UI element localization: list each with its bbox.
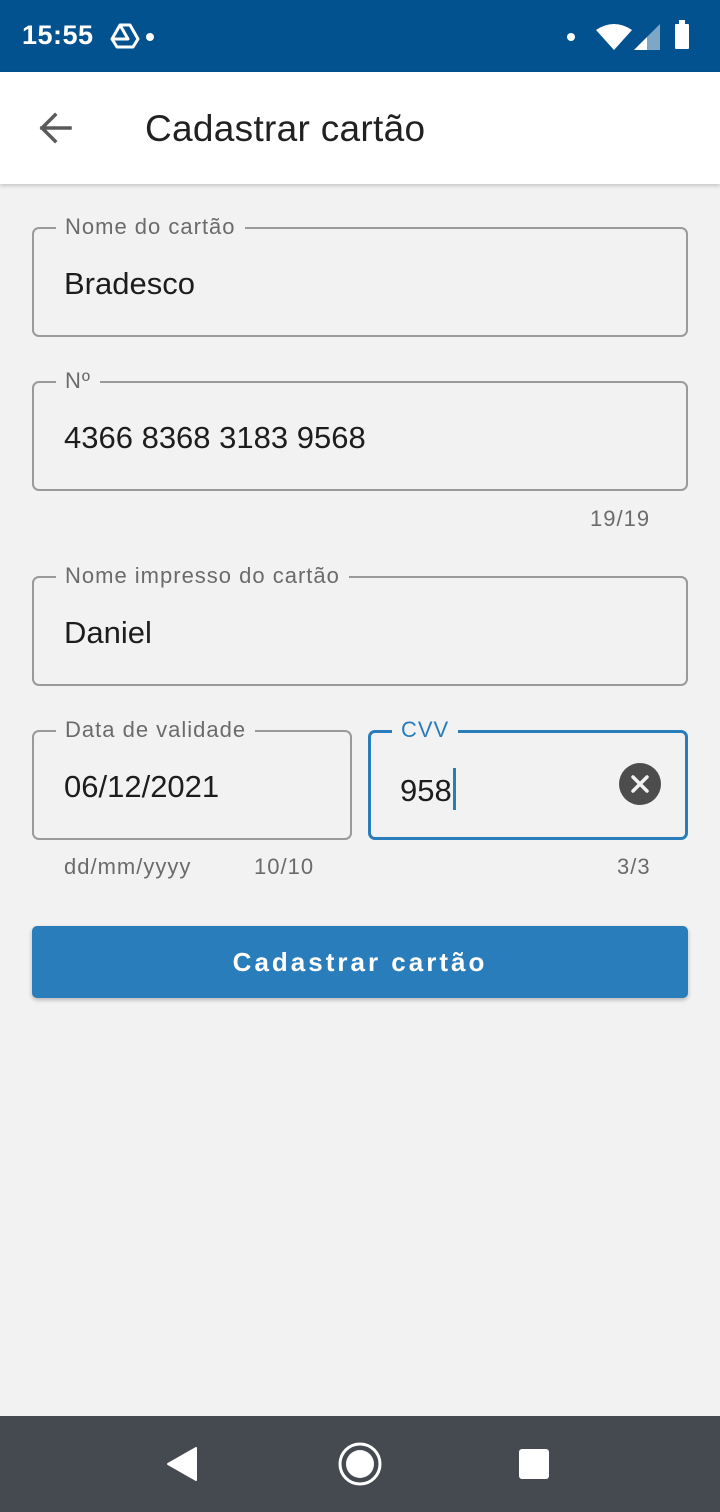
card-name-value: Bradesco	[64, 266, 195, 301]
expiry-date-label: Data de validade	[56, 717, 256, 743]
card-name-field[interactable]: Nome do cartão Bradesco	[32, 214, 688, 337]
printed-name-label: Nome impresso do cartão	[56, 563, 349, 589]
wifi-icon	[596, 24, 632, 50]
clear-cvv-button[interactable]	[619, 763, 661, 805]
card-number-value: 4366 8368 3183 9568	[64, 420, 366, 455]
expiry-date-field[interactable]: Data de validade 06/12/2021	[32, 717, 352, 840]
printed-name-field[interactable]: Nome impresso do cartão Daniel	[32, 563, 688, 686]
status-time: 15:55	[22, 20, 94, 50]
expiry-date-counter: 10/10	[254, 854, 315, 879]
status-bar: 15:55	[0, 0, 720, 72]
submit-card-button[interactable]: Cadastrar cartão	[32, 926, 688, 998]
back-triangle-icon[interactable]	[160, 1440, 208, 1488]
recents-square-icon[interactable]	[510, 1440, 558, 1488]
card-number-counter: 19/19	[590, 506, 651, 531]
text-cursor	[452, 768, 456, 810]
cvv-field[interactable]: CVV 958	[368, 717, 688, 840]
expiry-date-value: 06/12/2021	[64, 769, 220, 804]
dot-icon	[567, 33, 575, 41]
arrow-left-icon	[39, 112, 72, 144]
cvv-value-wrap: 958	[400, 768, 456, 810]
card-number-label: Nº	[56, 368, 100, 394]
cvv-value: 958	[400, 773, 452, 808]
back-button[interactable]	[24, 96, 88, 160]
close-icon	[631, 775, 649, 793]
card-name-label: Nome do cartão	[56, 214, 245, 240]
notification-dot-icon	[146, 33, 154, 41]
cvv-label: CVV	[392, 717, 459, 743]
home-circle-icon[interactable]	[336, 1440, 384, 1488]
app-bar: Cadastrar cartão	[0, 72, 720, 184]
page-title: Cadastrar cartão	[145, 108, 426, 149]
drive-icon	[110, 23, 140, 49]
expiry-date-helper: dd/mm/yyyy	[64, 854, 192, 879]
printed-name-value: Daniel	[64, 615, 152, 650]
card-number-field[interactable]: Nº 4366 8368 3183 9568	[32, 368, 688, 491]
battery-icon	[675, 20, 689, 49]
cvv-counter: 3/3	[617, 854, 651, 879]
signal-icon	[634, 24, 660, 50]
navigation-bar	[0, 1416, 720, 1512]
